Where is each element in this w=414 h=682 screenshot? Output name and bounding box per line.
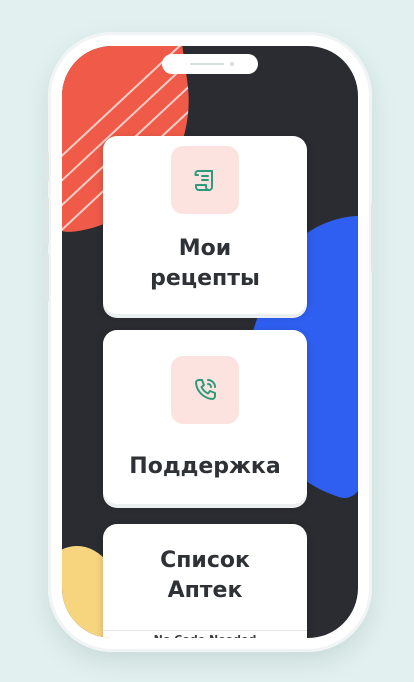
camera-dot bbox=[230, 62, 234, 66]
card-label: Поддержка bbox=[129, 454, 281, 479]
support-card[interactable]: Поддержка bbox=[103, 330, 307, 504]
phone-screen: Мои рецепты Поддержка Список Аптек No Co… bbox=[62, 46, 358, 638]
side-button bbox=[45, 152, 49, 182]
footer-caption: No Code Needed bbox=[103, 630, 307, 638]
pharmacy-list-card[interactable]: Список Аптек No Code Needed bbox=[103, 524, 307, 638]
card-label: Мои рецепты bbox=[150, 236, 260, 291]
side-button bbox=[45, 197, 49, 245]
phone-frame: Мои рецепты Поддержка Список Аптек No Co… bbox=[45, 32, 375, 652]
phone-call-icon bbox=[195, 379, 216, 400]
notch bbox=[162, 54, 258, 74]
side-button bbox=[45, 254, 49, 302]
my-prescriptions-card[interactable]: Мои рецепты bbox=[103, 136, 307, 314]
card-label: Список Аптек bbox=[160, 548, 250, 603]
prescription-scroll-icon bbox=[194, 170, 213, 191]
power-button bbox=[371, 202, 375, 272]
icon-tile bbox=[171, 146, 239, 214]
speaker-bar bbox=[190, 63, 224, 65]
icon-tile bbox=[171, 356, 239, 424]
